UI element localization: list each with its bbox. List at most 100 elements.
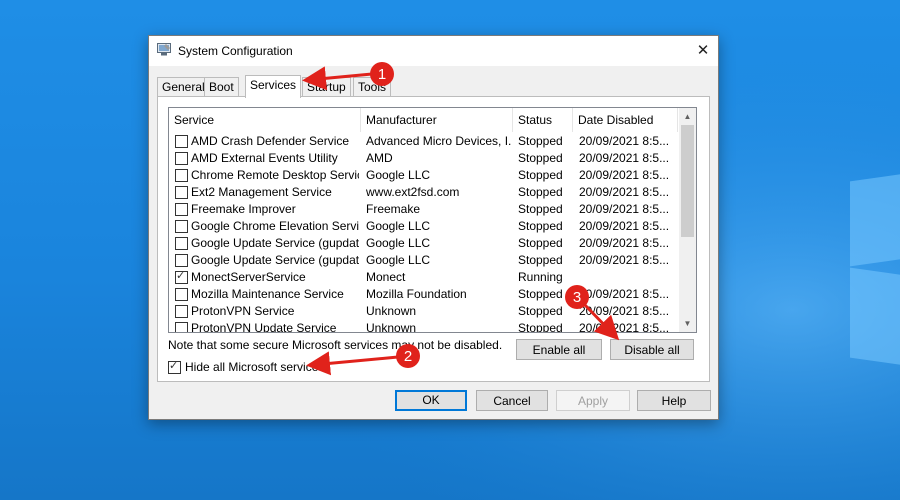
service-name-cell: Google Update Service (gupdatem): [191, 253, 359, 267]
table-row[interactable]: Chrome Remote Desktop Service Google LLC S…: [169, 167, 678, 184]
manufacturer-cell: Google LLC: [366, 168, 431, 182]
checkmark-icon: ✓: [169, 360, 179, 372]
date-disabled-cell: 20/09/2021 8:5...: [579, 151, 670, 165]
table-row[interactable]: AMD Crash Defender Service Advanced Micro…: [169, 133, 678, 150]
date-disabled-cell: [579, 269, 676, 286]
services-tab-panel: Service Manufacturer Status Date Disable…: [157, 96, 710, 382]
service-checkbox[interactable]: [175, 186, 188, 199]
tab-startup[interactable]: Startup: [302, 77, 351, 97]
service-name-cell: Freemake Improver: [191, 202, 296, 216]
service-name-cell: Chrome Remote Desktop Service: [191, 168, 359, 182]
service-name-cell: Mozilla Maintenance Service: [191, 287, 344, 301]
manufacturer-cell: AMD: [366, 151, 393, 165]
service-checkbox[interactable]: [175, 169, 188, 182]
service-name-cell: ProtonVPN Service: [191, 304, 295, 318]
column-header-date-disabled[interactable]: Date Disabled: [573, 108, 678, 132]
table-row[interactable]: Google Update Service (gupdatem) Google L…: [169, 252, 678, 269]
manufacturer-cell: Unknown: [366, 321, 417, 333]
table-row[interactable]: ✓ MonectServerService Monect Running: [169, 269, 678, 286]
scrollbar-thumb[interactable]: [681, 125, 694, 237]
tab-boot[interactable]: Boot: [204, 77, 239, 97]
status-cell: Stopped: [518, 185, 563, 199]
close-icon[interactable]: ✕: [688, 36, 718, 66]
manufacturer-cell: Unknown: [366, 304, 417, 318]
manufacturer-cell: Google LLC: [366, 236, 431, 250]
date-disabled-cell: 20/09/2021 8:5...: [579, 304, 670, 318]
status-cell: Stopped: [518, 253, 563, 267]
apply-button[interactable]: Apply: [556, 390, 630, 411]
status-cell: Stopped: [518, 151, 563, 165]
services-list-body: AMD Crash Defender Service Advanced Micro…: [169, 133, 678, 333]
service-checkbox[interactable]: [175, 220, 188, 233]
status-cell: Stopped: [518, 304, 563, 318]
column-header-service[interactable]: Service: [169, 108, 361, 132]
status-cell: Stopped: [518, 219, 563, 233]
status-cell: Running: [518, 270, 563, 284]
service-checkbox[interactable]: [175, 254, 188, 267]
enable-all-button[interactable]: Enable all: [516, 339, 602, 360]
hide-microsoft-services-label[interactable]: Hide all Microsoft services: [185, 360, 324, 374]
service-checkbox[interactable]: [175, 152, 188, 165]
service-checkbox[interactable]: [175, 305, 188, 318]
status-cell: Stopped: [518, 236, 563, 250]
service-checkbox[interactable]: [175, 237, 188, 250]
tab-tools[interactable]: Tools: [353, 77, 392, 97]
services-list[interactable]: Service Manufacturer Status Date Disable…: [168, 107, 697, 333]
service-checkbox[interactable]: [175, 203, 188, 216]
service-name-cell: Google Update Service (gupdate): [191, 236, 359, 250]
table-row[interactable]: Freemake Improver Freemake Stopped 20/09/20…: [169, 201, 678, 218]
date-disabled-cell: 20/09/2021 8:5...: [579, 202, 670, 216]
manufacturer-cell: Google LLC: [366, 253, 431, 267]
status-cell: Stopped: [518, 202, 563, 216]
secure-services-note: Note that some secure Microsoft services…: [168, 338, 503, 352]
date-disabled-cell: 20/09/2021 8:5...: [579, 236, 670, 250]
table-row[interactable]: Ext2 Management Service www.ext2fsd.com St…: [169, 184, 678, 201]
service-name-cell: Ext2 Management Service: [191, 185, 332, 199]
help-button[interactable]: Help: [637, 390, 711, 411]
column-header-status[interactable]: Status: [513, 108, 573, 132]
table-row[interactable]: Google Update Service (gupdate) Google LL…: [169, 235, 678, 252]
status-cell: Stopped: [518, 321, 563, 333]
status-cell: Stopped: [518, 287, 563, 301]
service-checkbox[interactable]: [175, 322, 188, 332]
manufacturer-cell: Monect: [366, 270, 406, 284]
scroll-up-arrow-icon[interactable]: ▲: [679, 108, 696, 125]
system-configuration-dialog: System Configuration ✕ General Boot Serv…: [148, 35, 719, 420]
msconfig-app-icon: [157, 43, 171, 56]
manufacturer-cell: www.ext2fsd.com: [366, 185, 460, 199]
status-cell: Stopped: [518, 168, 563, 182]
windows-logo-backdrop: [800, 150, 900, 450]
date-disabled-cell: 20/09/2021 8:5...: [579, 321, 670, 333]
cancel-button[interactable]: Cancel: [476, 390, 548, 411]
manufacturer-cell: Google LLC: [366, 219, 431, 233]
manufacturer-cell: Freemake: [366, 202, 421, 216]
status-cell: Stopped: [518, 134, 563, 148]
table-row[interactable]: AMD External Events Utility AMD Stopped 20/…: [169, 150, 678, 167]
manufacturer-cell: Mozilla Foundation: [366, 287, 467, 301]
hide-microsoft-services-checkbox[interactable]: ✓: [168, 360, 181, 374]
table-row[interactable]: Mozilla Maintenance Service Mozilla Found…: [169, 286, 678, 303]
service-checkbox[interactable]: [175, 135, 188, 148]
table-row[interactable]: ProtonVPN Service Unknown Stopped 20/09/202…: [169, 303, 678, 320]
tab-services[interactable]: Services: [245, 75, 302, 98]
checkmark-icon: ✓: [176, 270, 186, 282]
disable-all-button[interactable]: Disable all: [610, 339, 694, 360]
service-checkbox[interactable]: ✓: [175, 270, 188, 284]
service-name-cell: Google Chrome Elevation Servic...: [191, 219, 359, 233]
scroll-down-arrow-icon[interactable]: ▼: [679, 315, 696, 332]
services-list-scrollbar[interactable]: ▲ ▼: [679, 108, 696, 332]
table-row[interactable]: Google Chrome Elevation Servic... Google …: [169, 218, 678, 235]
ok-button[interactable]: OK: [395, 390, 467, 411]
service-checkbox[interactable]: [175, 288, 188, 301]
title-bar[interactable]: System Configuration ✕: [149, 36, 718, 66]
service-name-cell: MonectServerService: [191, 270, 306, 284]
manufacturer-cell: Advanced Micro Devices, I...: [366, 134, 511, 148]
date-disabled-cell: 20/09/2021 8:5...: [579, 185, 670, 199]
date-disabled-cell: 20/09/2021 8:5...: [579, 134, 670, 148]
window-title: System Configuration: [178, 44, 293, 58]
services-list-header: Service Manufacturer Status Date Disable…: [169, 108, 678, 132]
tab-general[interactable]: General: [157, 77, 210, 97]
column-header-manufacturer[interactable]: Manufacturer: [361, 108, 513, 132]
date-disabled-cell: 20/09/2021 8:5...: [579, 287, 670, 301]
table-row[interactable]: ProtonVPN Update Service Unknown Stopped 20…: [169, 320, 678, 333]
